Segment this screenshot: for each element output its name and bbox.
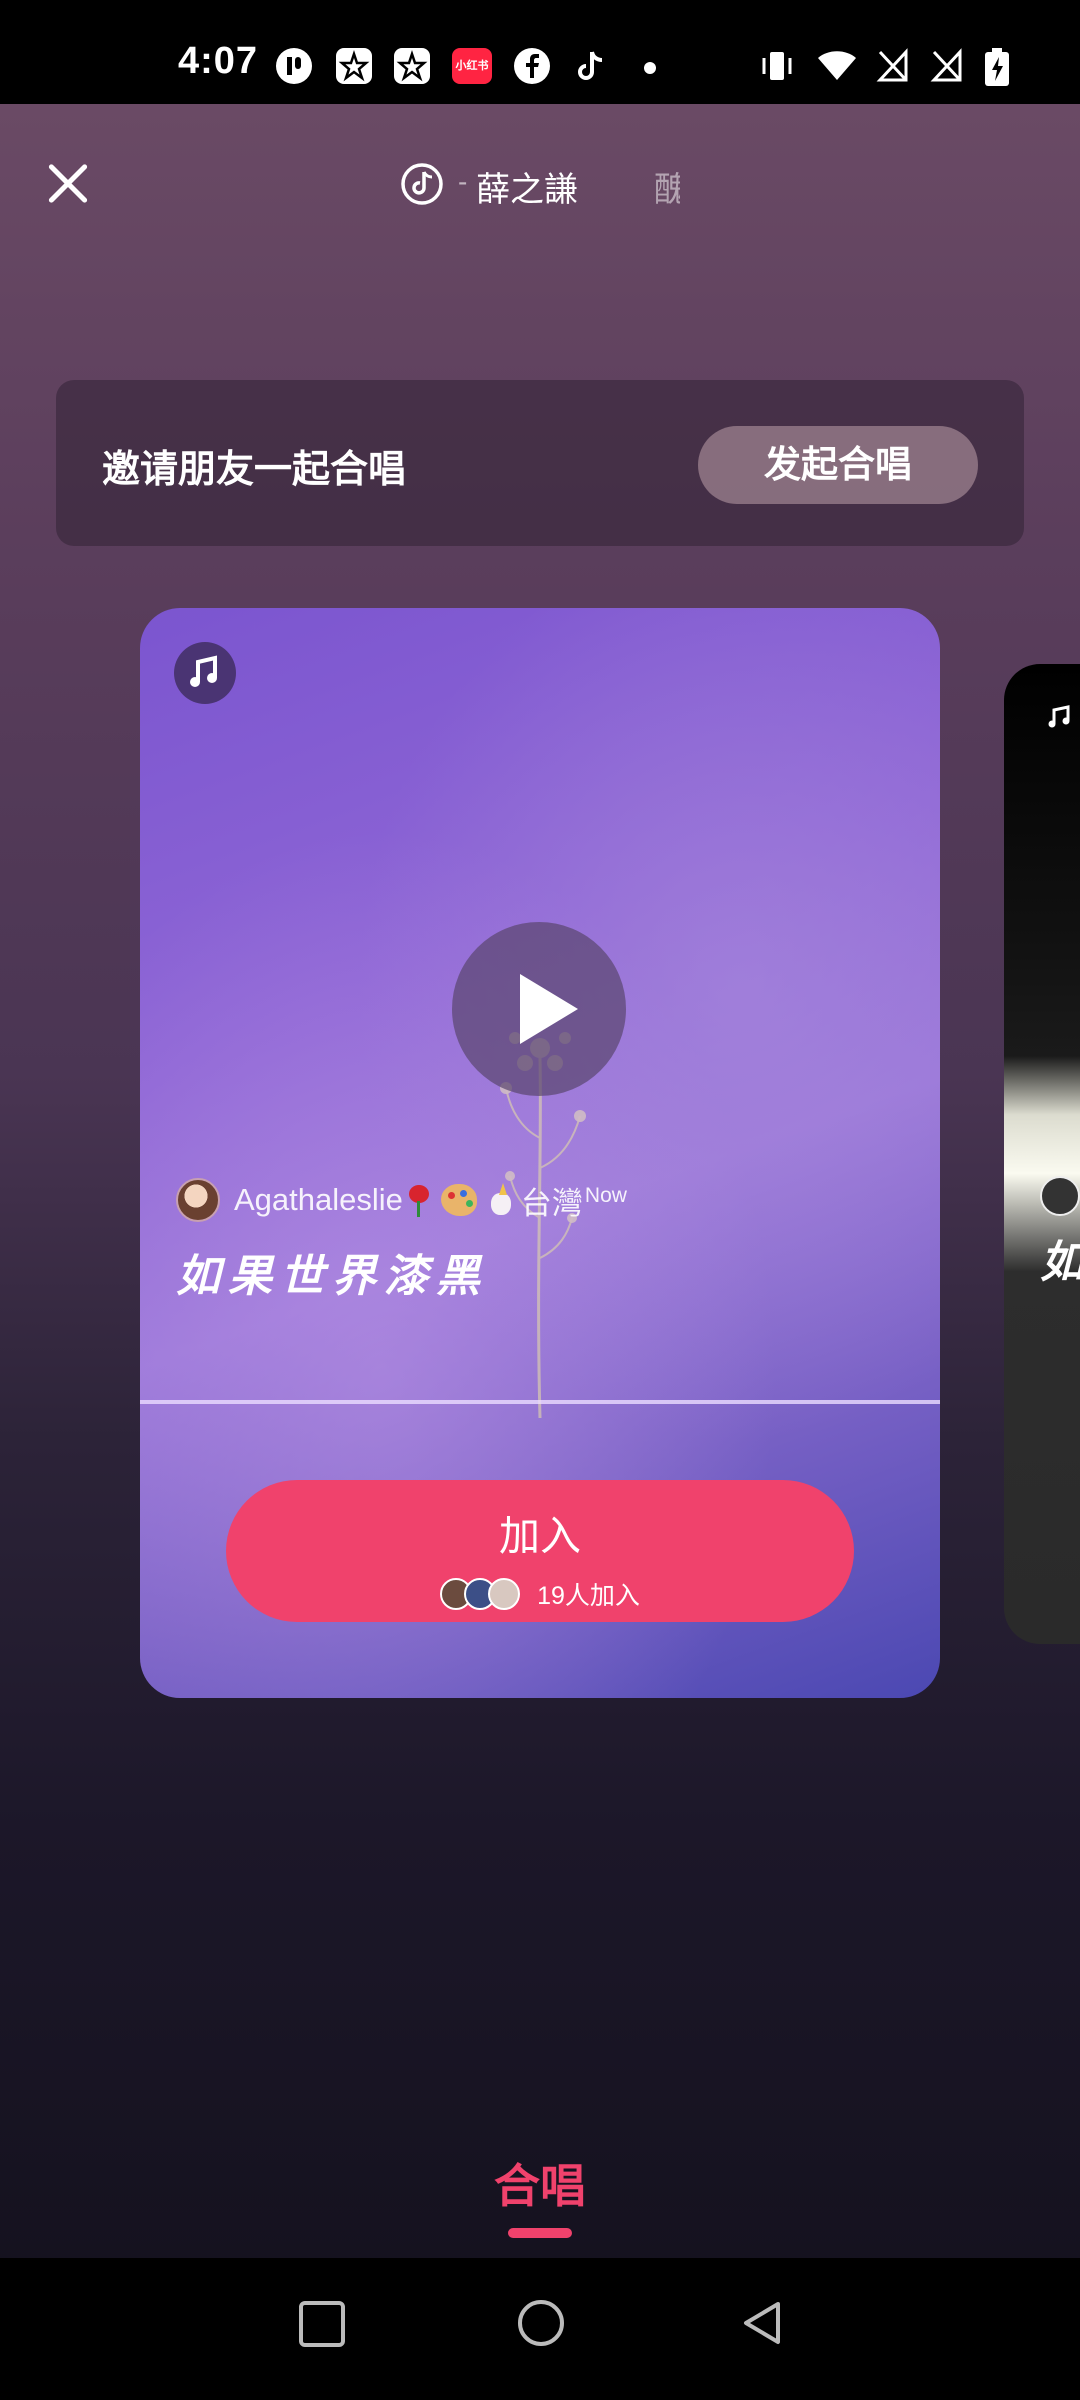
star-icon bbox=[336, 48, 372, 84]
tab-indicator bbox=[508, 2228, 572, 2238]
song-title-scrolling: 醜 bbox=[654, 171, 680, 209]
next-duet-card[interactable]: 如 bbox=[1004, 664, 1080, 1644]
star-icon bbox=[394, 48, 430, 84]
top-bar: - 薛之謙 醜 bbox=[0, 104, 1080, 264]
recent-apps-button[interactable] bbox=[299, 2301, 345, 2347]
invite-banner: 邀请朋友一起合唱 发起合唱 bbox=[56, 380, 1024, 546]
status-bar: 4:07 小红书 bbox=[0, 0, 1080, 104]
avatar[interactable] bbox=[1040, 1176, 1080, 1216]
lyric-text: 如果世界漆黑 bbox=[176, 1252, 488, 1301]
invite-text: 邀请朋友一起合唱 bbox=[102, 449, 407, 491]
lyric-text: 如 bbox=[1040, 1238, 1080, 1287]
music-note-icon bbox=[174, 642, 236, 704]
song-separator: - bbox=[458, 166, 468, 197]
status-time: 4:07 bbox=[178, 40, 259, 82]
join-button[interactable]: 加入 19人加入 bbox=[226, 1480, 854, 1622]
progress-divider bbox=[140, 1400, 940, 1404]
battery-charging-icon bbox=[984, 48, 1010, 86]
author-name[interactable]: Agathaleslie bbox=[234, 1182, 403, 1218]
join-label: 加入 bbox=[499, 1513, 581, 1559]
join-count: 19人加入 bbox=[537, 1582, 640, 1610]
palette-emoji-icon bbox=[440, 1184, 477, 1216]
author-row[interactable]: Agathaleslie 台灣Now bbox=[176, 1178, 627, 1222]
tiktok-icon bbox=[574, 48, 608, 84]
location-text: 台灣Now bbox=[520, 1184, 627, 1221]
play-button[interactable] bbox=[452, 922, 626, 1096]
join-count-row: 19人加入 bbox=[226, 1576, 854, 1612]
tab-duet[interactable]: 合唱 bbox=[0, 2150, 1080, 2216]
music-note-icon bbox=[1044, 702, 1074, 732]
system-nav-bar bbox=[0, 2258, 1080, 2400]
now-tag: Now bbox=[584, 1184, 627, 1208]
xiaohongshu-icon: 小红书 bbox=[452, 48, 492, 84]
participant-avatar bbox=[488, 1578, 521, 1610]
unicorn-emoji-icon bbox=[485, 1183, 515, 1217]
no-signal-icon bbox=[876, 48, 910, 84]
wifi-icon bbox=[816, 48, 858, 84]
avatar[interactable] bbox=[176, 1178, 220, 1222]
music-note-circle-icon[interactable] bbox=[400, 162, 444, 206]
no-signal-icon bbox=[930, 48, 964, 84]
duet-card[interactable]: Agathaleslie 台灣Now 如果世界漆黑 加入 19人加入 bbox=[140, 608, 940, 1698]
notification-p-icon bbox=[276, 48, 312, 84]
back-button[interactable] bbox=[738, 2298, 788, 2348]
rose-emoji-icon bbox=[407, 1183, 431, 1217]
facebook-icon bbox=[514, 48, 550, 84]
dot-icon bbox=[644, 62, 656, 74]
home-button[interactable] bbox=[518, 2300, 564, 2346]
start-duet-button[interactable]: 发起合唱 bbox=[698, 426, 978, 504]
close-button[interactable] bbox=[46, 162, 90, 206]
song-artist[interactable]: 薛之謙 bbox=[476, 162, 578, 211]
vibrate-icon bbox=[760, 48, 794, 84]
